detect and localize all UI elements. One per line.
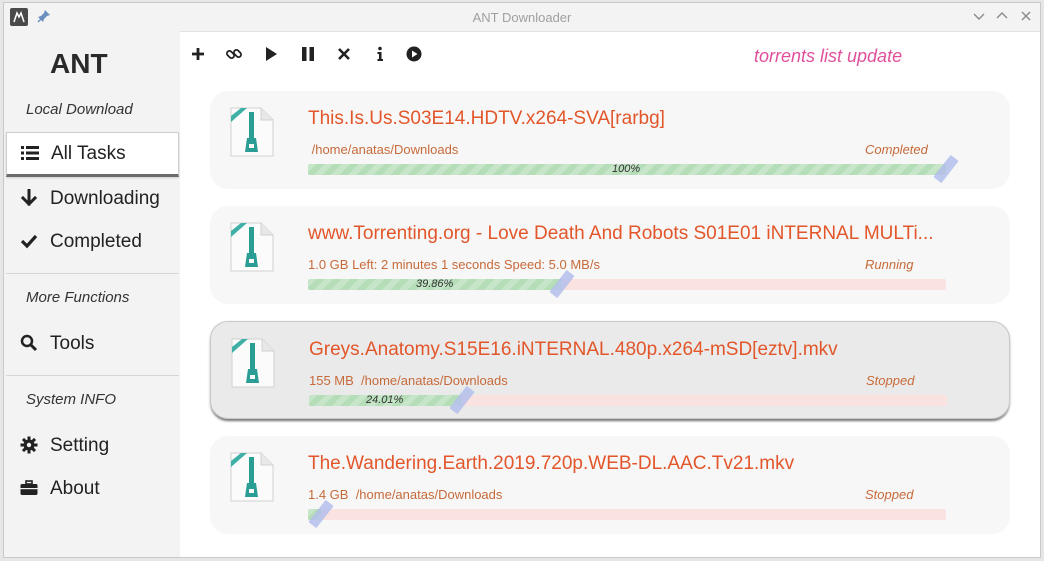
sidebar-item-label: Tools bbox=[50, 333, 95, 354]
title-bar: ANT Downloader bbox=[4, 3, 1040, 32]
play-circle-icon[interactable] bbox=[405, 45, 423, 63]
task-name: This.Is.Us.S03E14.HDTV.x264-SVA[rarbg] bbox=[308, 108, 665, 129]
sidebar-item-label: Completed bbox=[50, 231, 142, 252]
sidebar-item-downloading[interactable]: Downloading bbox=[6, 178, 179, 218]
brand-title: ANT bbox=[50, 48, 108, 79]
sidebar-item-setting[interactable]: Setting bbox=[6, 425, 179, 465]
app-window: ANT Downloader ANT Local Download All Ta… bbox=[3, 2, 1041, 558]
toolbar bbox=[180, 31, 1040, 77]
task-card[interactable]: www.Torrenting.org - Love Death And Robo… bbox=[210, 206, 1010, 304]
archive-file-icon bbox=[230, 222, 274, 272]
progress-label: 24.01% bbox=[366, 394, 404, 406]
progress-bar bbox=[308, 509, 946, 520]
window-title: ANT Downloader bbox=[472, 10, 572, 25]
sidebar-item-all-tasks[interactable]: All Tasks bbox=[6, 132, 179, 177]
list-icon bbox=[21, 146, 39, 160]
section-more-functions: More Functions bbox=[26, 289, 130, 306]
arrow-down-icon bbox=[20, 189, 38, 207]
sidebar-item-label: All Tasks bbox=[51, 143, 126, 164]
briefcase-icon bbox=[20, 480, 38, 495]
progress-bar bbox=[309, 395, 947, 406]
minimize-icon[interactable] bbox=[971, 8, 987, 24]
progress-label: 100% bbox=[612, 163, 641, 175]
add-icon[interactable] bbox=[189, 45, 207, 63]
play-icon[interactable] bbox=[262, 45, 280, 63]
sidebar: ANT Local Download All Tasks Downloading… bbox=[4, 31, 180, 557]
task-name: The.Wandering.Earth.2019.720p.WEB-DL.AAC… bbox=[308, 453, 795, 474]
archive-file-icon bbox=[231, 338, 275, 388]
task-status: Stopped bbox=[866, 373, 915, 388]
gear-icon bbox=[20, 436, 38, 454]
divider bbox=[6, 375, 179, 376]
sidebar-item-completed[interactable]: Completed bbox=[6, 221, 179, 261]
task-status: Stopped bbox=[865, 487, 914, 502]
task-info: /home/anatas/Downloads bbox=[308, 142, 459, 157]
link-icon[interactable] bbox=[225, 45, 243, 63]
pause-icon[interactable] bbox=[299, 45, 317, 63]
task-list: This.Is.Us.S03E14.HDTV.x264-SVA[rarbg] /… bbox=[180, 77, 1040, 557]
sidebar-item-label: Setting bbox=[50, 435, 110, 456]
close-window-icon[interactable] bbox=[1018, 8, 1034, 24]
task-name: Greys.Anatomy.S15E16.iNTERNAL.480p.x264-… bbox=[309, 339, 838, 360]
archive-file-icon bbox=[230, 107, 274, 157]
maximize-icon[interactable] bbox=[994, 8, 1010, 24]
task-info: 1.4 GB /home/anatas/Downloads bbox=[308, 487, 503, 502]
task-status: Completed bbox=[865, 142, 928, 157]
archive-file-icon bbox=[230, 452, 274, 502]
info-icon[interactable] bbox=[371, 45, 389, 63]
close-icon[interactable] bbox=[335, 45, 353, 63]
sidebar-item-about[interactable]: About bbox=[6, 468, 179, 508]
check-icon bbox=[20, 234, 38, 249]
sidebar-item-label: Downloading bbox=[50, 188, 160, 209]
progress-label: 39.86% bbox=[416, 278, 454, 290]
task-info: 155 MB /home/anatas/Downloads bbox=[309, 373, 508, 388]
search-icon bbox=[20, 334, 38, 352]
task-name: www.Torrenting.org - Love Death And Robo… bbox=[308, 223, 934, 244]
progress-bar bbox=[308, 279, 946, 290]
section-local-download: Local Download bbox=[26, 101, 133, 118]
divider bbox=[6, 273, 179, 274]
sidebar-item-label: About bbox=[50, 478, 100, 499]
task-status: Running bbox=[865, 257, 914, 272]
task-card[interactable]: The.Wandering.Earth.2019.720p.WEB-DL.AAC… bbox=[210, 436, 1010, 534]
task-card-selected[interactable]: Greys.Anatomy.S15E16.iNTERNAL.480p.x264-… bbox=[210, 321, 1010, 419]
task-card[interactable]: This.Is.Us.S03E14.HDTV.x264-SVA[rarbg] /… bbox=[210, 91, 1010, 189]
section-system-info: System INFO bbox=[26, 391, 117, 408]
status-message: torrents list update bbox=[754, 46, 903, 66]
task-info: 1.0 GB Left: 2 minutes 1 seconds Speed: … bbox=[308, 257, 600, 272]
sidebar-item-tools[interactable]: Tools bbox=[6, 323, 179, 363]
